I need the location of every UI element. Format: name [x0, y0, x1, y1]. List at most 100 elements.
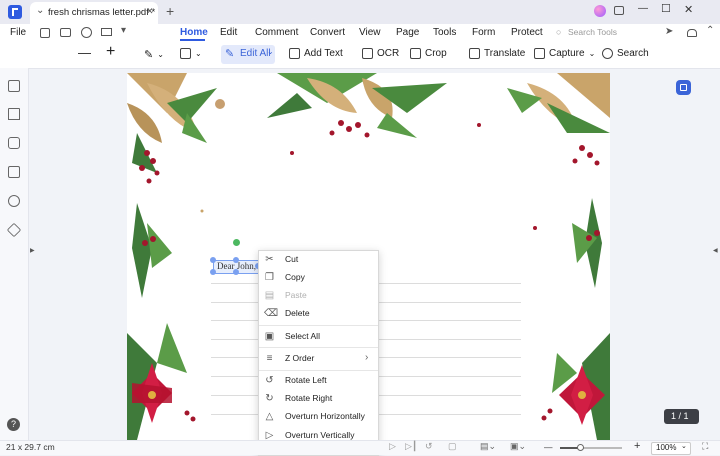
zoom-in-status-button[interactable]: +	[634, 440, 640, 452]
menu-item-delete[interactable]: ⌫ Delete	[259, 305, 378, 323]
sidebar-expand-icon[interactable]: ▶	[30, 247, 35, 254]
menu-separator	[259, 347, 378, 348]
tab-view[interactable]: View	[359, 27, 381, 38]
active-tab-underline	[180, 39, 205, 41]
page-indicator-text: 1 / 1	[671, 411, 689, 421]
rotate-view-icon[interactable]: ↺	[425, 441, 433, 452]
ai-assistant-icon[interactable]	[676, 80, 691, 95]
close-button[interactable]: ✕	[684, 3, 693, 16]
comment-icon[interactable]	[8, 137, 20, 149]
search-panel-icon[interactable]	[8, 195, 20, 207]
bookmark-icon[interactable]	[8, 108, 20, 120]
tab-comment[interactable]: Comment	[255, 27, 298, 38]
resize-handle[interactable]	[233, 269, 239, 275]
search-tools-field[interactable]: ○ Search Tools	[556, 26, 617, 40]
tab-home[interactable]: Home	[180, 27, 208, 38]
z-order-icon: ≡	[266, 353, 273, 364]
crop-button[interactable]: Crop	[410, 48, 447, 59]
translate-button[interactable]: Translate	[469, 48, 525, 59]
menu-item-select-all[interactable]: ▣ Select All	[259, 328, 378, 346]
menu-item-rotate-right[interactable]: ↻ Rotate Right	[259, 390, 378, 408]
avatar[interactable]	[594, 5, 606, 17]
quick-access-dropdown-icon[interactable]: ▾	[121, 25, 126, 36]
add-text-label: Add Text	[304, 48, 343, 59]
layers-icon[interactable]	[6, 222, 22, 238]
menu-item-label: Delete	[285, 308, 310, 318]
app-logo-icon	[8, 5, 22, 19]
menu-item-z-order[interactable]: ≡ Z Order ›	[259, 350, 378, 368]
highlight-tool-button[interactable]: ✎ ⌄	[144, 48, 164, 61]
minimize-button[interactable]: —	[638, 3, 648, 14]
zoom-in-button[interactable]: +	[106, 43, 115, 61]
fit-page-icon[interactable]: ▢	[448, 441, 457, 452]
zoom-slider[interactable]	[560, 444, 622, 451]
close-tab-icon[interactable]: ✕	[146, 6, 154, 17]
trash-icon: ⌫	[264, 308, 279, 319]
collapse-ribbon-icon[interactable]: ⌃	[706, 25, 714, 36]
tab-edit[interactable]: Edit	[220, 27, 237, 38]
ocr-icon	[362, 48, 373, 59]
tab-form[interactable]: Form	[472, 27, 495, 38]
shape-tool-button[interactable]: ⌄	[180, 48, 202, 59]
left-sidebar: ?	[0, 68, 29, 440]
next-page-icon[interactable]: ▷	[389, 441, 396, 452]
reading-mode-icon[interactable]: ▣⌄	[510, 441, 526, 452]
menu-item-cut[interactable]: ✂ Cut	[259, 251, 378, 269]
menu-item-rotate-left[interactable]: ↺ Rotate Left	[259, 372, 378, 390]
capture-icon	[534, 48, 545, 59]
file-menu[interactable]: File	[10, 27, 26, 38]
help-icon[interactable]: ?	[7, 418, 20, 431]
menu-item-label: Z Order	[285, 353, 315, 363]
capture-label: Capture	[549, 48, 585, 59]
menu-item-label: Select All	[285, 331, 320, 341]
share-icon[interactable]	[81, 27, 92, 38]
resize-handle[interactable]	[210, 257, 216, 263]
maximize-button[interactable]: ☐	[661, 2, 671, 15]
resize-handle[interactable]	[210, 269, 216, 275]
copy-icon: ❐	[265, 272, 274, 283]
rotate-left-icon: ↺	[265, 375, 274, 386]
tab-chevron-icon: ⌄	[36, 5, 45, 16]
rotation-handle[interactable]	[233, 239, 240, 246]
zoom-slider-knob[interactable]	[576, 444, 584, 451]
save-icon[interactable]	[40, 28, 50, 38]
translate-label: Translate	[484, 48, 526, 59]
menu-item-label: Rotate Right	[285, 393, 333, 403]
search-tools-placeholder: Search Tools	[568, 27, 617, 37]
document-tab[interactable]: ⌄ fresh chrismas letter.pdf * ✕	[30, 2, 158, 24]
new-tab-button[interactable]: +	[166, 3, 174, 19]
chevron-down-icon: ⌄	[681, 443, 687, 450]
submenu-arrow-icon: ›	[365, 352, 369, 363]
menu-separator	[259, 325, 378, 326]
zoom-out-status-button[interactable]: —	[544, 442, 553, 452]
add-text-button[interactable]: Add Text	[289, 48, 343, 59]
message-icon[interactable]	[614, 6, 624, 15]
right-panel-expand-icon[interactable]: ◀	[713, 247, 718, 254]
tab-page[interactable]: Page	[396, 27, 419, 38]
title-bar: ⌄ fresh chrismas letter.pdf * ✕ + — ☐ ✕	[0, 0, 720, 24]
attachment-icon[interactable]	[8, 166, 20, 178]
menu-item-copy[interactable]: ❐ Copy	[259, 269, 378, 287]
ocr-button[interactable]: OCR	[362, 48, 399, 59]
menu-item-overturn-horizontally[interactable]: △ Overturn Horizontally	[259, 408, 378, 426]
print-icon[interactable]	[60, 28, 71, 37]
fullscreen-icon[interactable]: ⛶	[702, 441, 708, 452]
search-button[interactable]: Search	[602, 48, 649, 59]
edit-all-button[interactable]: ✎ Edit All ⌄	[221, 45, 275, 64]
last-page-icon[interactable]: ▷┃	[405, 441, 417, 452]
tab-protect[interactable]: Protect	[511, 27, 543, 38]
thumbnails-icon[interactable]	[8, 80, 20, 92]
menu-item-label: Overturn Horizontally	[285, 411, 365, 421]
tab-convert[interactable]: Convert	[310, 27, 345, 38]
send-icon[interactable]: ➤	[665, 26, 673, 37]
chevron-down-icon: ⌄	[267, 47, 274, 56]
resize-handle[interactable]	[233, 257, 239, 263]
cloud-upload-icon[interactable]	[687, 29, 697, 37]
zoom-level-select[interactable]: 100% ⌄	[651, 442, 691, 455]
zoom-out-button[interactable]: —	[78, 45, 91, 60]
tab-tools[interactable]: Tools	[433, 27, 456, 38]
search-label: Search	[617, 48, 649, 59]
mail-icon[interactable]	[101, 28, 112, 36]
page-layout-icon[interactable]: ▤⌄	[480, 441, 496, 452]
capture-button[interactable]: Capture ⌄	[534, 48, 595, 59]
